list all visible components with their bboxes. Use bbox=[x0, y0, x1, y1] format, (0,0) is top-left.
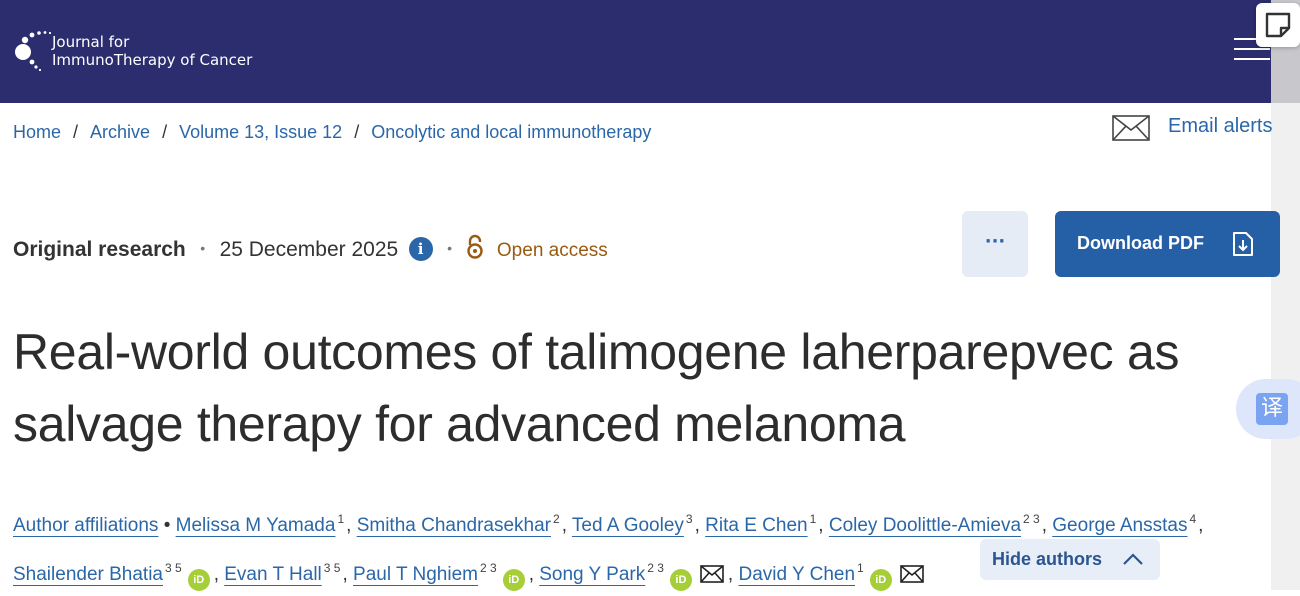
orcid-icon[interactable]: iD bbox=[187, 569, 210, 591]
affiliation-number: 3 5 bbox=[323, 561, 341, 575]
publication-date: 25 December 2025 bbox=[219, 238, 399, 261]
author-link[interactable]: Song Y Park bbox=[539, 564, 645, 585]
hide-authors-button[interactable]: Hide authors bbox=[980, 539, 1160, 580]
open-access-lock-icon bbox=[467, 234, 484, 259]
orcid-icon[interactable]: iD bbox=[869, 569, 892, 591]
author-affiliations-link[interactable]: Author affiliations bbox=[13, 515, 158, 536]
separator-bullet: • bbox=[163, 515, 176, 536]
author-link[interactable]: Rita E Chen bbox=[705, 515, 807, 536]
breadcrumb-separator: / bbox=[162, 122, 168, 142]
info-icon[interactable]: i bbox=[408, 237, 433, 261]
logo-line-1: Journal for bbox=[52, 33, 130, 51]
article-meta: Original research • 25 December 2025 i •… bbox=[13, 234, 608, 266]
orcid-icon[interactable]: iD bbox=[669, 569, 692, 591]
article-title: Real-world outcomes of talimogene laherp… bbox=[13, 324, 1180, 452]
hide-authors-label: Hide authors bbox=[992, 549, 1103, 569]
author-link[interactable]: Smitha Chandrasekhar bbox=[357, 515, 551, 536]
affiliation-number: 2 bbox=[553, 512, 560, 526]
logo-dots-icon bbox=[15, 31, 52, 72]
affiliation-number: 2 3 bbox=[1023, 512, 1040, 526]
note-icon[interactable] bbox=[1256, 3, 1300, 47]
author-link[interactable]: George Ansstas bbox=[1052, 515, 1187, 536]
affiliation-number: 4 bbox=[1189, 512, 1197, 526]
author-link[interactable]: Coley Doolittle-Amieva bbox=[829, 515, 1021, 536]
open-access-label: Open access bbox=[496, 240, 608, 261]
breadcrumb-separator: / bbox=[73, 122, 79, 142]
author-link[interactable]: Paul T Nghiem bbox=[353, 564, 478, 585]
logo-text: Journal for ImmunoTherapy of Cancer bbox=[52, 33, 252, 69]
site-header: Journal for ImmunoTherapy of Cancer bbox=[0, 0, 1271, 103]
affiliation-number: 1 bbox=[337, 512, 345, 526]
more-options-button[interactable]: ··· bbox=[962, 211, 1028, 277]
affiliation-number: 3 5 bbox=[165, 561, 182, 575]
author-link[interactable]: Ted A Gooley bbox=[572, 515, 684, 536]
meta-bullet: • bbox=[200, 240, 206, 256]
affiliation-number: 1 bbox=[857, 561, 864, 575]
orcid-icon[interactable]: iD bbox=[502, 569, 525, 591]
author-link[interactable]: David Y Chen bbox=[738, 564, 855, 585]
affiliation-number: 1 bbox=[809, 512, 817, 526]
affiliation-number: 2 3 bbox=[480, 561, 497, 575]
mail-icon[interactable] bbox=[899, 565, 924, 583]
article-type: Original research bbox=[13, 238, 186, 261]
affiliation-number: 3 bbox=[685, 512, 693, 526]
logo-line-2: ImmunoTherapy of Cancer bbox=[52, 51, 253, 69]
breadcrumb-section[interactable]: Oncolytic and local immunotherapy bbox=[371, 122, 651, 142]
email-alerts-label: Email alerts bbox=[1168, 115, 1273, 137]
chevron-up-icon bbox=[1123, 553, 1143, 565]
author-link[interactable]: Evan T Hall bbox=[224, 564, 322, 585]
author-link[interactable]: Shailender Bhatia bbox=[13, 564, 163, 585]
journal-logo[interactable]: Journal for ImmunoTherapy of Cancer bbox=[14, 30, 274, 72]
meta-bullet: • bbox=[447, 240, 452, 256]
page-scrollbar[interactable] bbox=[1271, 0, 1300, 590]
breadcrumb-archive[interactable]: Archive bbox=[90, 122, 150, 142]
breadcrumb-issue[interactable]: Volume 13, Issue 12 bbox=[179, 122, 342, 142]
breadcrumb-home[interactable]: Home bbox=[13, 122, 61, 142]
download-pdf-button[interactable]: Download PDF bbox=[1055, 211, 1280, 277]
envelope-icon bbox=[1112, 115, 1150, 141]
translate-button[interactable]: 译 bbox=[1236, 379, 1300, 439]
download-file-icon bbox=[1233, 232, 1253, 256]
download-pdf-label: Download PDF bbox=[1077, 233, 1204, 253]
translate-icon: 译 bbox=[1256, 393, 1288, 425]
affiliation-number: 2 3 bbox=[647, 561, 664, 575]
breadcrumb-separator: / bbox=[354, 122, 360, 142]
mail-icon[interactable] bbox=[700, 565, 724, 583]
author-link[interactable]: Melissa M Yamada bbox=[176, 515, 336, 536]
breadcrumb: Home / Archive / Volume 13, Issue 12 / Oncolyt… bbox=[13, 122, 651, 143]
